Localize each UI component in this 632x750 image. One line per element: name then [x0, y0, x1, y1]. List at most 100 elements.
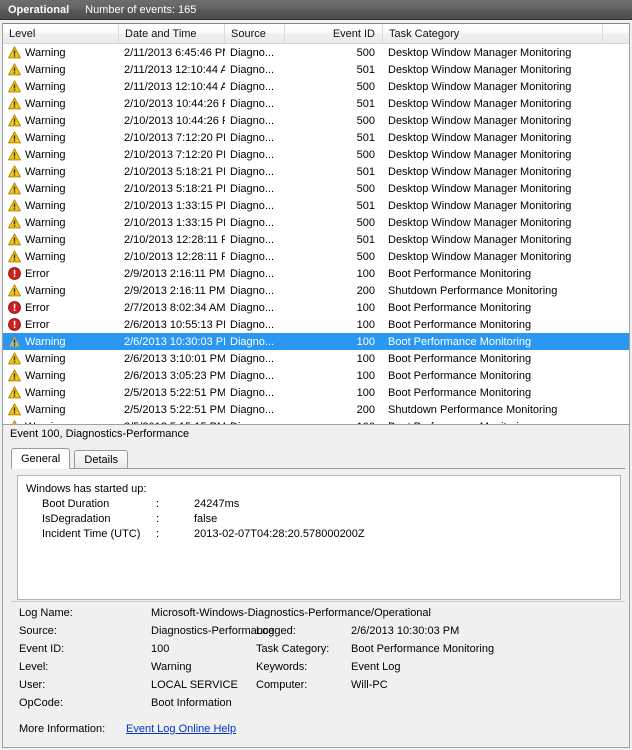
- level-label: Warning: [25, 148, 66, 161]
- event-row[interactable]: Warning 2/10/2013 7:12:20 PM Diagno... 500 D…: [3, 146, 629, 163]
- cell-source: Diagno...: [230, 63, 275, 76]
- event-row[interactable]: Warning 2/10/2013 5:18:21 PM Diagno... 500 D…: [3, 180, 629, 197]
- event-row[interactable]: Warning 2/10/2013 7:12:20 PM Diagno... 501 D…: [3, 129, 629, 146]
- cell-datetime: 2/6/2013 10:55:13 PM: [124, 318, 225, 331]
- column-header-level[interactable]: Level: [3, 24, 119, 43]
- event-list[interactable]: Level Date and Time Source Event ID Task Cat…: [2, 23, 630, 429]
- column-header-source[interactable]: Source: [225, 24, 285, 43]
- tab-details[interactable]: Details: [74, 450, 129, 469]
- meta-value-taskcategory: Boot Performance Monitoring: [351, 643, 495, 655]
- cell-level: Warning: [3, 180, 119, 197]
- detail-tab-strip[interactable]: General Details: [11, 448, 625, 469]
- event-row[interactable]: Warning 2/10/2013 5:18:21 PM Diagno... 501 D…: [3, 163, 629, 180]
- level-label: Error: [25, 318, 50, 331]
- level-label: Warning: [25, 114, 66, 127]
- event-row[interactable]: Error 2/6/2013 10:55:13 PM Diagno... 100 Boo…: [3, 316, 629, 333]
- column-header-label: Date and Time: [125, 27, 197, 40]
- event-row[interactable]: Error 2/7/2013 8:02:34 AM Diagno... 100 Boot…: [3, 299, 629, 316]
- cell-task_category: Desktop Window Manager Monitoring: [388, 148, 572, 161]
- cell-event_id: 100: [356, 318, 375, 331]
- cell-event_id: 100: [356, 369, 375, 382]
- cell-level: Warning: [3, 333, 119, 350]
- general-field-row: IsDegradation: false: [26, 512, 612, 527]
- event-row[interactable]: Warning 2/11/2013 12:10:44 AM Diagno... 501…: [3, 61, 629, 78]
- general-field-key: Boot Duration: [42, 498, 110, 510]
- cell-level: Warning: [3, 384, 119, 401]
- cell-source: Diagno...: [230, 131, 275, 144]
- general-headline: Windows has started up:: [26, 483, 147, 495]
- general-field-row: Incident Time (UTC): 2013-02-07T04:28:20.…: [26, 527, 612, 542]
- cell-source: Diagno...: [230, 97, 275, 110]
- cell-task_category: Desktop Window Manager Monitoring: [388, 250, 572, 263]
- level-label: Warning: [25, 165, 66, 178]
- warning-triangle-icon: [8, 250, 21, 263]
- cell-task_category: Desktop Window Manager Monitoring: [388, 233, 572, 246]
- cell-level: Warning: [3, 112, 119, 129]
- level-label: Warning: [25, 63, 66, 76]
- event-log-online-help-link[interactable]: Event Log Online Help: [126, 723, 236, 735]
- column-header-label: Task Category: [389, 27, 460, 40]
- level-label: Error: [25, 267, 50, 280]
- level-label: Warning: [25, 284, 66, 297]
- cell-source: Diagno...: [230, 148, 275, 161]
- cell-task_category: Desktop Window Manager Monitoring: [388, 97, 572, 110]
- cell-level: Warning: [3, 61, 119, 78]
- warning-triangle-icon: [8, 46, 21, 59]
- meta-value-level: Warning: [151, 661, 192, 673]
- general-field-value: 24247ms: [194, 498, 240, 510]
- event-row[interactable]: Warning 2/6/2013 3:05:23 PM Diagno... 100 Bo…: [3, 367, 629, 384]
- event-row[interactable]: Warning 2/6/2013 3:10:01 PM Diagno... 100 Bo…: [3, 350, 629, 367]
- cell-event_id: 100: [356, 386, 375, 399]
- column-header-spacer[interactable]: [603, 24, 629, 43]
- level-label: Warning: [25, 335, 66, 348]
- warning-triangle-icon: [8, 199, 21, 212]
- event-row[interactable]: Warning 2/11/2013 6:45:46 PM Diagno... 500 D…: [3, 44, 629, 61]
- event-row[interactable]: Error 2/9/2013 2:16:11 PM Diagno... 100 Boot…: [3, 265, 629, 282]
- level-label: Warning: [25, 97, 66, 110]
- column-header-task_category[interactable]: Task Category: [383, 24, 603, 43]
- cell-source: Diagno...: [230, 46, 275, 59]
- general-description-box[interactable]: Windows has started up: Boot Duration: 24…: [17, 475, 621, 600]
- cell-task_category: Desktop Window Manager Monitoring: [388, 80, 572, 93]
- general-field-key: Incident Time (UTC): [42, 528, 141, 540]
- cell-task_category: Desktop Window Manager Monitoring: [388, 199, 572, 212]
- meta-key-user: User:: [19, 679, 46, 691]
- cell-event_id: 501: [356, 165, 375, 178]
- level-label: Warning: [25, 80, 66, 93]
- event-row[interactable]: Warning 2/10/2013 10:44:26 PM Diagno... 500…: [3, 112, 629, 129]
- event-row[interactable]: Warning 2/5/2013 5:22:51 PM Diagno... 200 Sh…: [3, 401, 629, 418]
- event-row[interactable]: Warning 2/5/2013 5:22:51 PM Diagno... 100 Bo…: [3, 384, 629, 401]
- cell-event_id: 501: [356, 97, 375, 110]
- event-row[interactable]: Warning 2/10/2013 12:28:11 PM Diagno... 501…: [3, 231, 629, 248]
- event-row[interactable]: Warning 2/10/2013 12:28:11 PM Diagno... 500…: [3, 248, 629, 265]
- level-label: Warning: [25, 233, 66, 246]
- general-field-list: Boot Duration: 24247ms IsDegradation: false…: [26, 497, 612, 542]
- meta-key-eventid: Event ID:: [19, 643, 65, 655]
- cell-event_id: 501: [356, 131, 375, 144]
- event-row[interactable]: Warning 2/10/2013 1:33:15 PM Diagno... 501 D…: [3, 197, 629, 214]
- event-row[interactable]: Warning 2/6/2013 10:30:03 PM Diagno... 100 B…: [3, 333, 629, 350]
- event-row[interactable]: Warning 2/11/2013 12:10:44 AM Diagno... 500…: [3, 78, 629, 95]
- event-row[interactable]: Warning 2/10/2013 1:33:15 PM Diagno... 500 D…: [3, 214, 629, 231]
- cell-source: Diagno...: [230, 165, 275, 178]
- meta-value-keywords: Event Log: [351, 661, 401, 673]
- warning-triangle-icon: [8, 369, 21, 382]
- warning-triangle-icon: [8, 233, 21, 246]
- column-header-event_id[interactable]: Event ID: [285, 24, 383, 43]
- level-label: Warning: [25, 216, 66, 229]
- column-header-datetime[interactable]: Date and Time: [119, 24, 225, 43]
- cell-event_id: 500: [356, 148, 375, 161]
- event-list-rows[interactable]: Warning 2/11/2013 6:45:46 PM Diagno... 500 D…: [3, 44, 629, 428]
- warning-triangle-icon: [8, 97, 21, 110]
- event-list-column-header[interactable]: Level Date and Time Source Event ID Task Cat…: [3, 24, 629, 44]
- meta-key-keywords: Keywords:: [256, 661, 308, 673]
- cell-source: Diagno...: [230, 301, 275, 314]
- column-header-label: Source: [231, 27, 266, 40]
- event-row[interactable]: Warning 2/9/2013 2:16:11 PM Diagno... 200 Sh…: [3, 282, 629, 299]
- meta-key-source: Source:: [19, 625, 57, 637]
- cell-source: Diagno...: [230, 335, 275, 348]
- tab-general[interactable]: General: [11, 448, 71, 469]
- level-label: Warning: [25, 46, 66, 59]
- cell-datetime: 2/6/2013 10:30:03 PM: [124, 335, 225, 348]
- event-row[interactable]: Warning 2/10/2013 10:44:26 PM Diagno... 501…: [3, 95, 629, 112]
